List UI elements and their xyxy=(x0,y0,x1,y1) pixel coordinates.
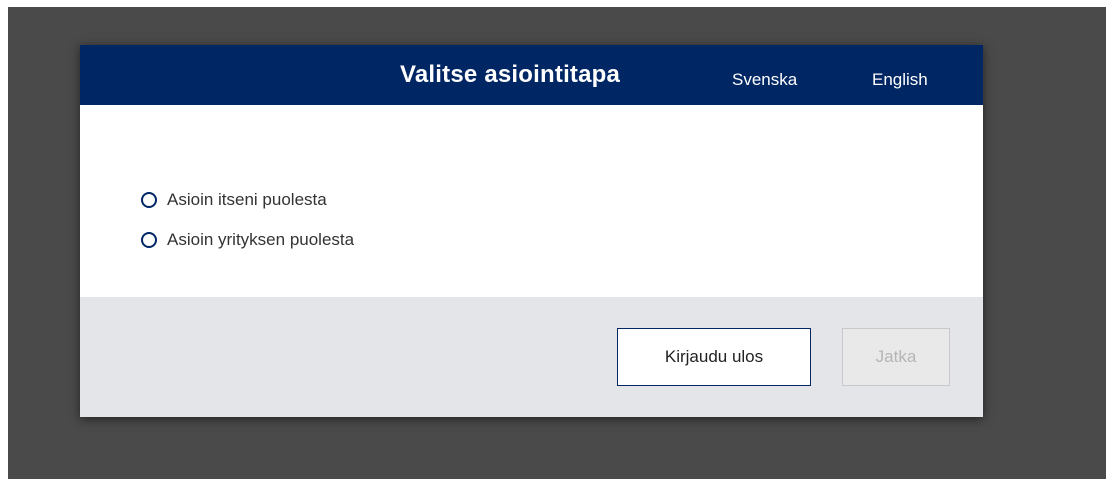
radio-button-personal[interactable] xyxy=(141,192,157,208)
option-personal[interactable]: Asioin itseni puolesta xyxy=(141,188,327,212)
option-company-label: Asioin yrityksen puolesta xyxy=(167,230,355,249)
dialog-body: Asioin itseni puolesta Asioin yrityksen … xyxy=(80,105,983,297)
login-method-dialog: Valitse asiointitapa Svenska English Asi… xyxy=(80,45,983,417)
language-link-english[interactable]: English xyxy=(872,70,928,90)
option-personal-label: Asioin itseni puolesta xyxy=(167,190,327,209)
logout-button[interactable]: Kirjaudu ulos xyxy=(617,328,811,386)
continue-button: Jatka xyxy=(842,328,950,386)
radio-button-company[interactable] xyxy=(141,232,157,248)
option-company[interactable]: Asioin yrityksen puolesta xyxy=(141,228,354,252)
language-link-svenska[interactable]: Svenska xyxy=(732,70,797,90)
dialog-header: Valitse asiointitapa Svenska English xyxy=(80,45,983,105)
dialog-title: Valitse asiointitapa xyxy=(400,61,621,88)
dialog-footer: Kirjaudu ulos Jatka xyxy=(80,297,983,417)
